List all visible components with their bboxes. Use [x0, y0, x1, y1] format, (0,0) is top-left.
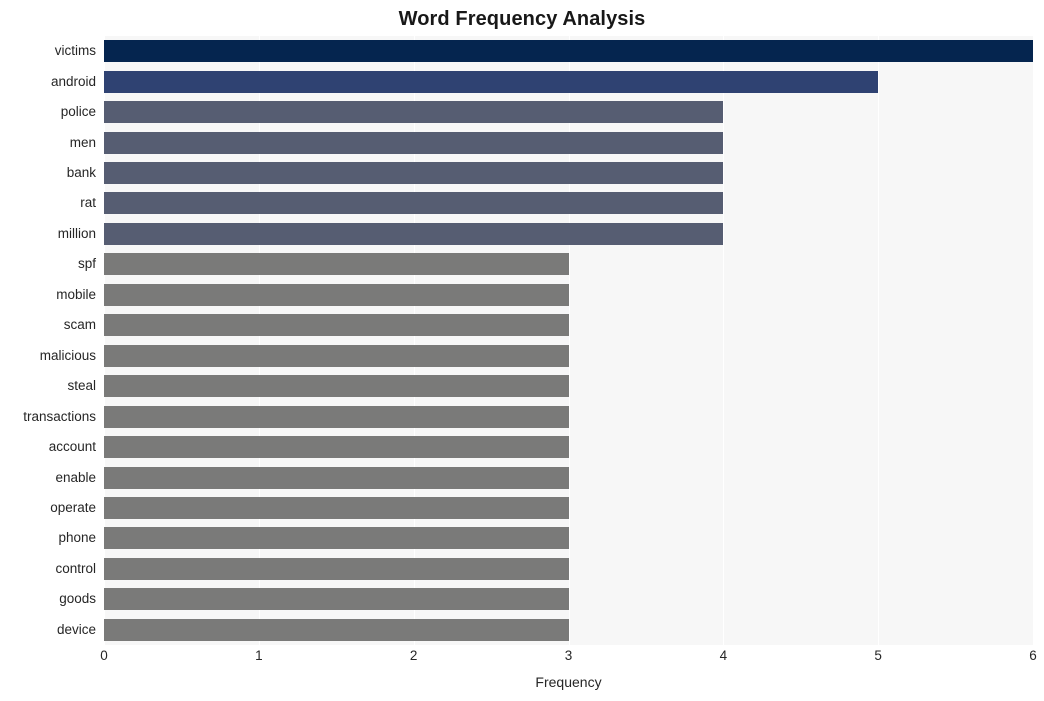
y-axis-tick-label: spf: [77, 256, 96, 272]
y-axis-tick-label: control: [55, 560, 96, 576]
bar[interactable]: [104, 131, 724, 154]
y-axis-tick-label: android: [50, 73, 96, 89]
bar[interactable]: [104, 557, 569, 580]
bar[interactable]: [104, 70, 879, 93]
y-axis-tick-label: police: [60, 104, 96, 120]
word-frequency-chart: Word Frequency Analysis victims android po…: [0, 0, 1044, 701]
bars-layer: [104, 36, 1033, 645]
y-axis-tick-label: bank: [66, 165, 96, 181]
bar[interactable]: [104, 405, 569, 428]
x-axis-tick-label: 4: [719, 648, 728, 663]
x-axis-title: Frequency: [535, 674, 602, 690]
x-axis-tick-label: 0: [100, 648, 108, 663]
bar[interactable]: [104, 162, 724, 185]
y-axis-tick-label: men: [69, 134, 96, 150]
bar[interactable]: [104, 375, 569, 398]
bar[interactable]: [104, 496, 569, 519]
bar[interactable]: [104, 344, 569, 367]
x-axis-tick-label: 2: [409, 648, 418, 663]
bar[interactable]: [104, 618, 569, 641]
x-axis-tick-label: 6: [1029, 648, 1037, 663]
bar[interactable]: [104, 283, 569, 306]
bar[interactable]: [104, 436, 569, 459]
chart-title: Word Frequency Analysis: [398, 8, 646, 30]
bar[interactable]: [104, 314, 569, 337]
y-axis-tick-label: goods: [59, 591, 96, 607]
gridline-vertical: [1033, 36, 1034, 645]
x-axis-tick-label: 1: [255, 648, 263, 663]
y-axis-tick-label: enable: [55, 469, 96, 485]
y-axis-labels: victims android police men bank rat million spf…: [0, 36, 104, 645]
bar[interactable]: [104, 222, 724, 245]
bar[interactable]: [104, 466, 569, 489]
y-axis-tick-label: victims: [54, 43, 96, 59]
y-axis-tick-label: scam: [63, 317, 96, 333]
x-axis-tick-label: 5: [874, 648, 882, 663]
bar[interactable]: [104, 40, 1033, 63]
y-axis-tick-label: phone: [58, 530, 96, 546]
y-axis-tick-label: device: [56, 621, 96, 637]
x-axis-ticks: 0 1 2 3 4 5 6: [100, 648, 1037, 668]
plot-area: [104, 36, 1034, 645]
y-axis-tick-label: mobile: [56, 286, 96, 302]
bar[interactable]: [104, 588, 569, 611]
y-axis-tick-label: million: [57, 225, 96, 241]
bar[interactable]: [104, 101, 724, 124]
y-axis-tick-label: malicious: [39, 347, 96, 363]
y-axis-tick-label: account: [48, 439, 96, 455]
y-axis-tick-label: rat: [80, 195, 96, 211]
bar[interactable]: [104, 192, 724, 215]
bar[interactable]: [104, 527, 569, 550]
bar[interactable]: [104, 253, 569, 276]
x-axis-tick-label: 3: [564, 648, 573, 663]
y-axis-tick-label: steal: [67, 378, 96, 394]
y-axis-tick-label: transactions: [23, 408, 96, 424]
y-axis-tick-label: operate: [50, 499, 96, 515]
